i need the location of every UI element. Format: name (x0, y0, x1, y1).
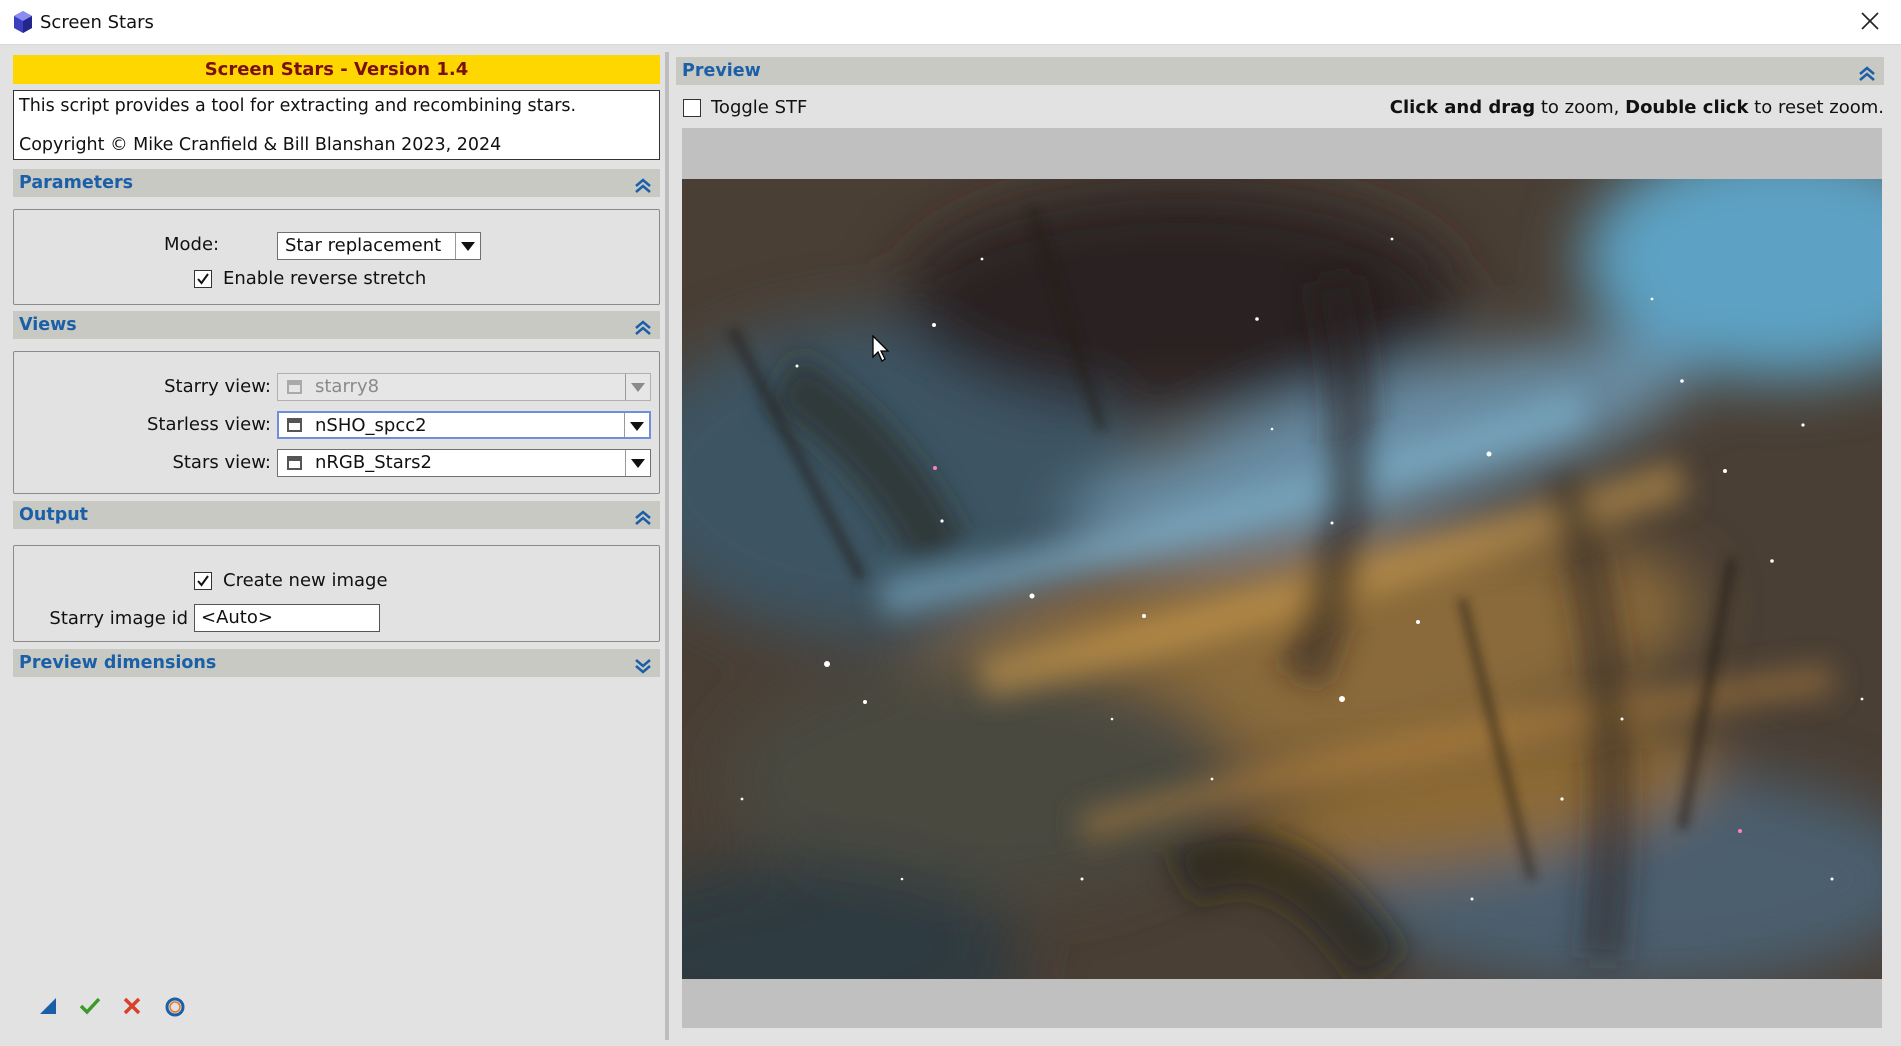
panel-splitter[interactable] (665, 52, 669, 1040)
chevron-down-icon (624, 413, 649, 437)
output-section-header[interactable]: Output (13, 501, 660, 529)
collapse-chevron-icon (634, 317, 652, 345)
starless-view-select[interactable]: nSHO_spcc2 (277, 411, 651, 439)
stars-view-select[interactable]: nRGB_Stars2 (277, 449, 651, 477)
parameters-header-label: Parameters (19, 173, 133, 193)
hint-click-drag: Click and drag (1389, 97, 1536, 118)
hint-double-click: Double click (1625, 97, 1749, 118)
image-view-icon (287, 418, 302, 432)
collapse-chevron-icon (1858, 63, 1876, 91)
preview-dimensions-header-label: Preview dimensions (19, 653, 217, 673)
checkmark-icon (197, 273, 209, 285)
nebula-image[interactable] (682, 179, 1882, 979)
views-section-body: Starry view: starry8 Starless view: nSHO… (13, 351, 660, 494)
output-section-body: Create new image Starry image id <Auto> (13, 545, 660, 642)
chevron-down-icon (625, 450, 650, 476)
title-bar: Screen Stars (0, 0, 1901, 45)
mouse-cursor-icon (872, 334, 892, 367)
ok-check-icon[interactable] (79, 996, 101, 1018)
info-copyright: Copyright © Mike Cranfield & Bill Blansh… (19, 135, 502, 155)
starry-view-label: Starry view: (164, 376, 271, 397)
hint-text-2: to reset zoom. (1748, 97, 1884, 118)
reverse-stretch-checkbox[interactable] (194, 270, 212, 288)
new-instance-icon[interactable] (38, 996, 60, 1018)
reverse-stretch-label: Enable reverse stretch (223, 268, 427, 289)
close-button[interactable] (1851, 4, 1891, 40)
chevron-down-icon (625, 374, 650, 400)
left-panel: Screen Stars - Version 1.4 This script p… (13, 55, 660, 1035)
collapse-chevron-icon (634, 175, 652, 203)
hint-text-1: to zoom, (1535, 97, 1626, 118)
reset-circle-icon[interactable] (164, 996, 186, 1018)
starry-image-id-label: Starry image id (49, 608, 188, 629)
chevron-down-icon (455, 233, 480, 259)
parameters-section-body: Mode: Star replacement Enable reverse st… (13, 209, 660, 305)
preview-panel: Preview Toggle STF Click and drag to zoo… (676, 55, 1884, 1037)
starry-view-select[interactable]: starry8 (277, 373, 651, 401)
image-view-icon (287, 456, 302, 470)
pixinsight-icon (13, 10, 35, 34)
mode-label: Mode: (164, 234, 220, 255)
info-description: This script provides a tool for extracti… (19, 96, 577, 116)
info-box: This script provides a tool for extracti… (13, 90, 660, 160)
create-new-image-label: Create new image (223, 570, 388, 591)
views-header-label: Views (19, 315, 77, 335)
toggle-stf-label: Toggle STF (711, 97, 808, 118)
preview-section-header[interactable]: Preview (676, 57, 1884, 85)
version-banner: Screen Stars - Version 1.4 (13, 55, 660, 84)
create-new-image-checkbox[interactable] (194, 572, 212, 590)
parameters-section-header[interactable]: Parameters (13, 169, 660, 197)
starry-image-id-input[interactable]: <Auto> (194, 604, 380, 632)
preview-header-label: Preview (682, 61, 761, 81)
window-title: Screen Stars (40, 12, 154, 33)
stars-view-label: Stars view: (172, 452, 271, 473)
image-view-icon (287, 380, 302, 394)
views-section-header[interactable]: Views (13, 311, 660, 339)
expand-chevron-icon (634, 655, 652, 683)
output-header-label: Output (19, 505, 89, 525)
mode-select-value: Star replacement (285, 235, 442, 256)
close-icon (1861, 12, 1879, 30)
preview-canvas[interactable] (682, 128, 1882, 1028)
zoom-hint: Click and drag to zoom, Double click to … (1390, 97, 1884, 118)
collapse-chevron-icon (634, 507, 652, 535)
cancel-x-icon[interactable] (122, 996, 144, 1018)
toggle-stf-checkbox[interactable] (683, 99, 701, 117)
mode-select[interactable]: Star replacement (277, 232, 481, 260)
preview-dimensions-section-header[interactable]: Preview dimensions (13, 649, 660, 677)
checkmark-icon (197, 575, 209, 587)
starless-view-label: Starless view: (147, 414, 271, 435)
